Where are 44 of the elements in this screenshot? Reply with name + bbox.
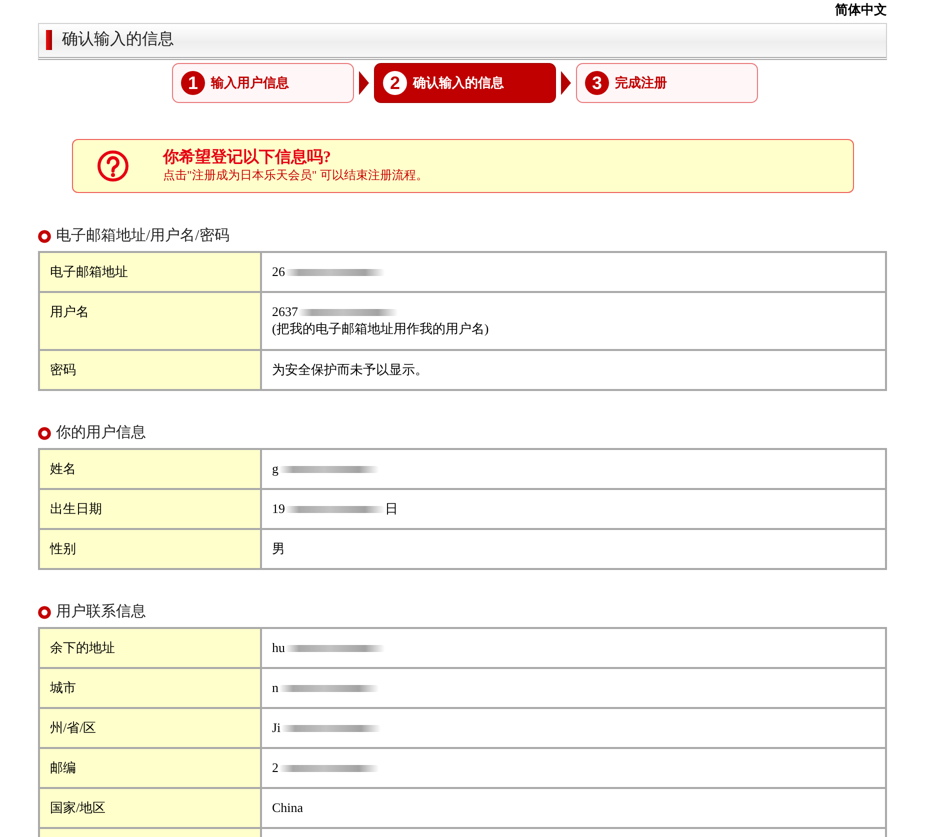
field-value: 19	[272, 501, 285, 517]
field-value: g	[272, 461, 278, 477]
field-value: hu	[272, 640, 285, 656]
step-label: 确认输入的信息	[413, 74, 504, 92]
label-cell: 出生日期	[39, 489, 261, 529]
field-value: China	[272, 800, 304, 816]
section-heading: 电子邮箱地址/用户名/密码	[56, 226, 230, 246]
bullet-icon	[38, 426, 51, 440]
field-value: 男	[272, 541, 285, 557]
label-cell: 密码	[39, 350, 261, 390]
step-number: 1	[181, 71, 205, 95]
field-value: Ji	[272, 720, 281, 736]
label-cell: 邮编	[39, 748, 261, 788]
field-note: (把我的电子邮箱地址用作我的用户名)	[272, 320, 490, 338]
label-cell: 余下的地址	[39, 628, 261, 668]
section-heading: 你的用户信息	[56, 424, 146, 443]
label-cell: 城市	[39, 668, 261, 708]
label-cell: 性别	[39, 529, 261, 569]
bullet-icon	[38, 606, 51, 618]
notice-message: 点击"注册成为日本乐天会员" 可以结束注册流程。	[163, 167, 428, 184]
bullet-icon	[38, 230, 51, 242]
label-cell: 姓名	[39, 449, 261, 489]
field-value: n	[272, 680, 278, 696]
label-cell: 国家/地区	[39, 788, 261, 828]
field-value: 2637	[272, 304, 298, 320]
notice-title: 你希望登记以下信息吗?	[163, 148, 332, 167]
question-icon	[97, 150, 129, 182]
arrow-icon	[561, 71, 571, 95]
step-label: 完成注册	[615, 74, 667, 92]
field-value: 26	[272, 264, 285, 280]
label-cell: 用户名	[39, 292, 261, 350]
field-value: 2	[272, 760, 278, 776]
label-cell: 州/省/区	[39, 708, 261, 748]
step-number: 2	[383, 71, 407, 95]
field-value-suffix: 日	[385, 501, 398, 517]
accent-bar-icon	[46, 30, 52, 50]
page-title: 确认输入的信息	[62, 30, 174, 50]
section-heading: 用户联系信息	[56, 602, 146, 622]
arrow-icon	[359, 71, 369, 95]
label-cell: 电子邮箱地址	[39, 252, 261, 292]
step-label: 输入用户信息	[211, 74, 289, 92]
language-link[interactable]: 简体中文	[835, 2, 887, 18]
field-value: 为安全保护而未予以显示。	[272, 362, 428, 378]
step-number: 3	[585, 71, 609, 95]
